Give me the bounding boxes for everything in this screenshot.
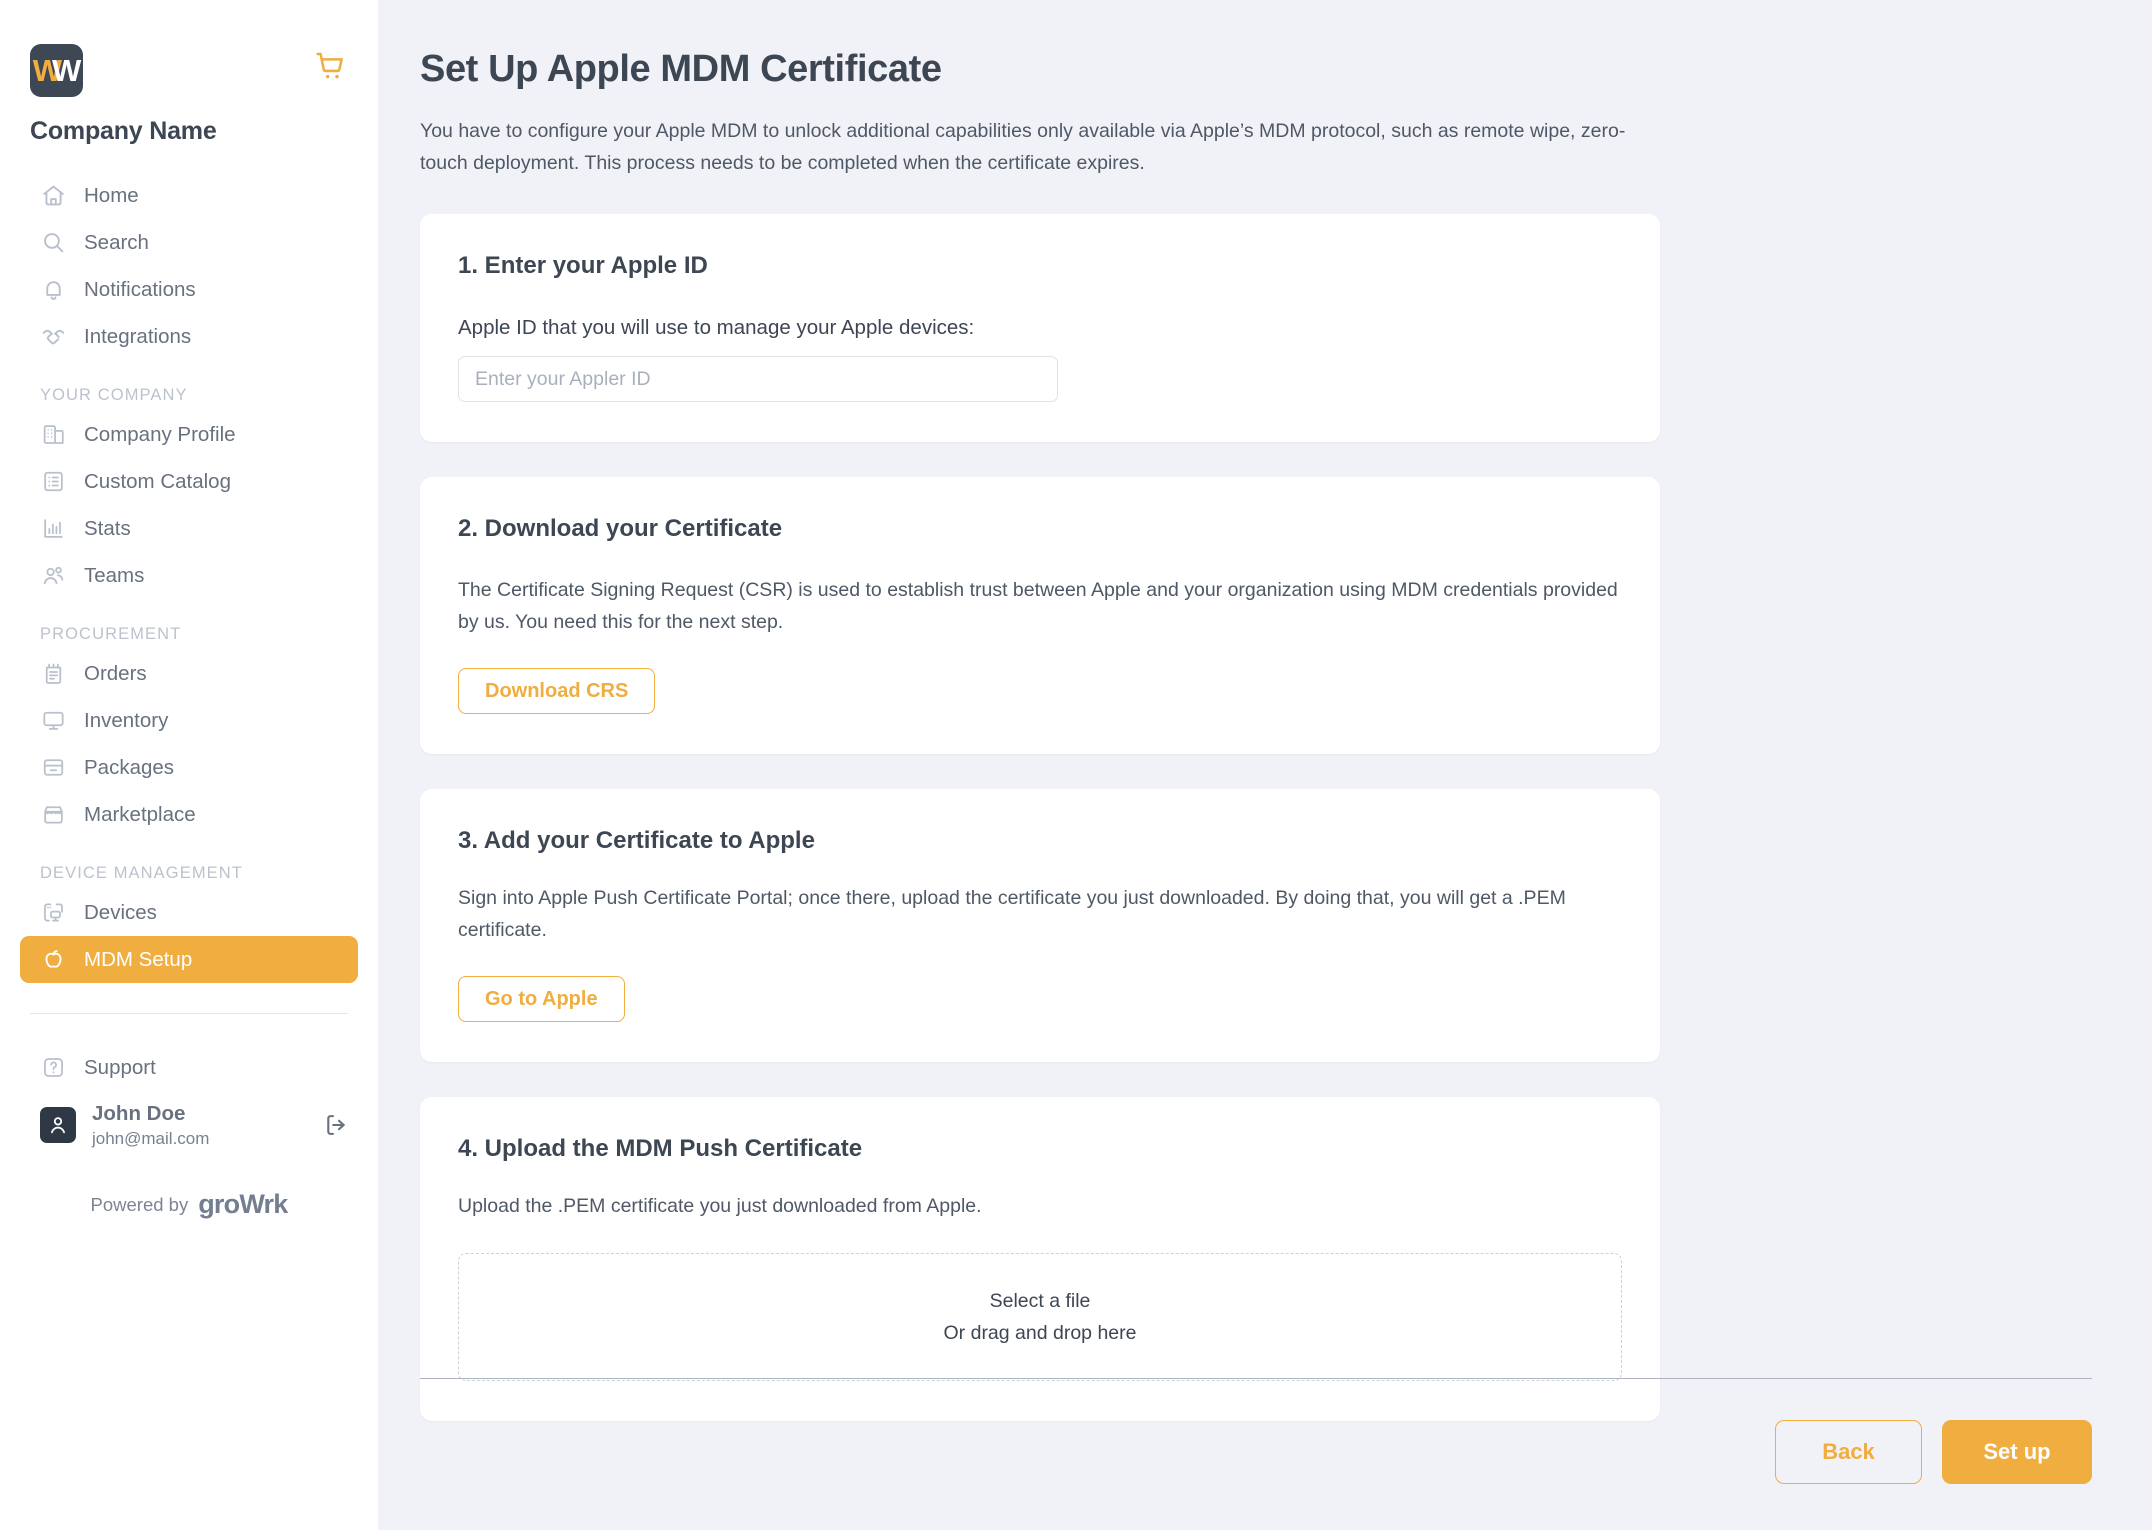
- sidebar-item-label: Integrations: [84, 324, 192, 348]
- sidebar-item-company-profile[interactable]: Company Profile: [20, 411, 358, 458]
- go-to-apple-button[interactable]: Go to Apple: [458, 976, 625, 1023]
- brand-row: W W: [30, 44, 348, 97]
- apple-id-label: Apple ID that you will use to manage you…: [458, 316, 975, 340]
- sidebar-item-label: Devices: [84, 900, 157, 924]
- user-avatar-icon: [40, 1107, 76, 1143]
- footer-actions: Back Set up: [1775, 1420, 2092, 1484]
- sidebar-nav: Home Search Notifications Integrations Y…: [0, 172, 378, 983]
- sidebar-item-label: Packages: [84, 755, 175, 779]
- sidebar-item-label: Search: [84, 230, 149, 254]
- box-icon: [40, 755, 66, 781]
- sidebar-item-label: Orders: [84, 661, 147, 685]
- growrk-logo: groWrk: [198, 1189, 288, 1219]
- logo-letter-right: W: [52, 53, 81, 88]
- sidebar-item-home[interactable]: Home: [20, 172, 358, 219]
- search-icon: [40, 230, 66, 256]
- shopping-cart-icon[interactable]: [314, 50, 348, 87]
- sidebar-item-inventory[interactable]: Inventory: [20, 697, 358, 744]
- user-meta: John Doe john@mail.com: [92, 1101, 209, 1150]
- sidebar-item-label: Support: [84, 1055, 156, 1079]
- dropzone-drag-label: Or drag and drop here: [943, 1321, 1137, 1344]
- sidebar-item-integrations[interactable]: Integrations: [20, 313, 358, 360]
- page-subtitle: You have to configure your Apple MDM to …: [420, 120, 1626, 174]
- sidebar-item-label: Company Profile: [84, 422, 236, 446]
- sidebar-item-label: Marketplace: [84, 802, 196, 826]
- sidebar-item-custom-catalog[interactable]: Custom Catalog: [20, 458, 358, 505]
- sidebar-item-search[interactable]: Search: [20, 219, 358, 266]
- sidebar-item-devices[interactable]: Devices: [20, 889, 358, 936]
- user-email: john@mail.com: [92, 1129, 210, 1149]
- step-3-text: Sign into Apple Push Certificate Portal;…: [458, 887, 1566, 941]
- step-2-text: The Certificate Signing Request (CSR) is…: [458, 579, 1618, 633]
- sidebar-section-your-company: YOUR COMPANY: [40, 386, 188, 404]
- sidebar-item-label: Inventory: [84, 708, 169, 732]
- download-csr-button[interactable]: Download CRS: [458, 668, 656, 715]
- sidebar-item-mdm-setup[interactable]: MDM Setup: [20, 936, 358, 983]
- footer-divider: [420, 1378, 2092, 1379]
- sidebar-item-support[interactable]: Support: [20, 1044, 358, 1091]
- step-1-title: 1. Enter your Apple ID: [458, 252, 708, 280]
- step-2-title: 2. Download your Certificate: [458, 515, 783, 543]
- step-1-card: 1. Enter your Apple ID Apple ID that you…: [420, 214, 1660, 443]
- sidebar-section-procurement: PROCUREMENT: [40, 625, 182, 643]
- monitor-icon: [40, 708, 66, 734]
- sidebar-item-teams[interactable]: Teams: [20, 552, 358, 599]
- powered-by-text: Powered by: [90, 1193, 189, 1215]
- sidebar-footer: Support John Doe john@mail.com Powered b…: [0, 1044, 378, 1220]
- sidebar-item-label: Home: [84, 183, 139, 207]
- apple-icon: [40, 947, 66, 973]
- sidebar-item-orders[interactable]: Orders: [20, 650, 358, 697]
- sidebar: W W Company Name Home Search Notificatio…: [0, 0, 378, 1530]
- step-3-card: 3. Add your Certificate to Apple Sign in…: [420, 789, 1660, 1063]
- back-button[interactable]: Back: [1775, 1420, 1922, 1484]
- app-root: W W Company Name Home Search Notificatio…: [0, 0, 2152, 1530]
- page-title: Set Up Apple MDM Certificate: [420, 48, 942, 90]
- step-2-card: 2. Download your Certificate The Certifi…: [420, 477, 1660, 755]
- user-name: John Doe: [92, 1101, 186, 1125]
- apple-id-input[interactable]: [458, 356, 1058, 403]
- company-name: Company Name: [30, 117, 217, 145]
- file-dropzone[interactable]: Select a file Or drag and drop here: [458, 1253, 1622, 1382]
- dropzone-select-label: Select a file: [989, 1289, 1091, 1312]
- question-icon: [40, 1055, 66, 1081]
- notepad-icon: [40, 661, 66, 687]
- building-icon: [40, 422, 66, 448]
- home-icon: [40, 183, 66, 209]
- sidebar-item-label: Notifications: [84, 277, 196, 301]
- set-up-button[interactable]: Set up: [1942, 1420, 2092, 1484]
- step-3-title: 3. Add your Certificate to Apple: [458, 827, 815, 855]
- sidebar-item-label: MDM Setup: [84, 947, 193, 971]
- bell-icon: [40, 277, 66, 303]
- bar-chart-icon: [40, 516, 66, 542]
- main-content: Set Up Apple MDM Certificate You have to…: [378, 0, 2152, 1530]
- handshake-icon: [40, 324, 66, 350]
- sidebar-item-label: Stats: [84, 516, 131, 540]
- sidebar-item-label: Custom Catalog: [84, 469, 231, 493]
- app-logo: W W: [30, 44, 83, 97]
- sidebar-header: W W Company Name: [0, 0, 378, 146]
- storefront-icon: [40, 802, 66, 828]
- user-profile[interactable]: John Doe john@mail.com: [20, 1097, 358, 1153]
- sidebar-item-label: Teams: [84, 563, 145, 587]
- sidebar-item-stats[interactable]: Stats: [20, 505, 358, 552]
- sidebar-item-marketplace[interactable]: Marketplace: [20, 791, 358, 838]
- sidebar-item-notifications[interactable]: Notifications: [20, 266, 358, 313]
- users-icon: [40, 563, 66, 589]
- device-icon: [40, 900, 66, 926]
- logout-icon[interactable]: [322, 1111, 350, 1144]
- sidebar-divider: [30, 1013, 348, 1014]
- list-card-icon: [40, 469, 66, 495]
- step-4-title: 4. Upload the MDM Push Certificate: [458, 1135, 863, 1163]
- sidebar-section-device-management: DEVICE MANAGEMENT: [40, 864, 243, 882]
- step-4-card: 4. Upload the MDM Push Certificate Uploa…: [420, 1097, 1660, 1422]
- powered-by: Powered by groWrk: [0, 1189, 378, 1220]
- sidebar-item-packages[interactable]: Packages: [20, 744, 358, 791]
- step-4-text: Upload the .PEM certificate you just dow…: [458, 1195, 982, 1218]
